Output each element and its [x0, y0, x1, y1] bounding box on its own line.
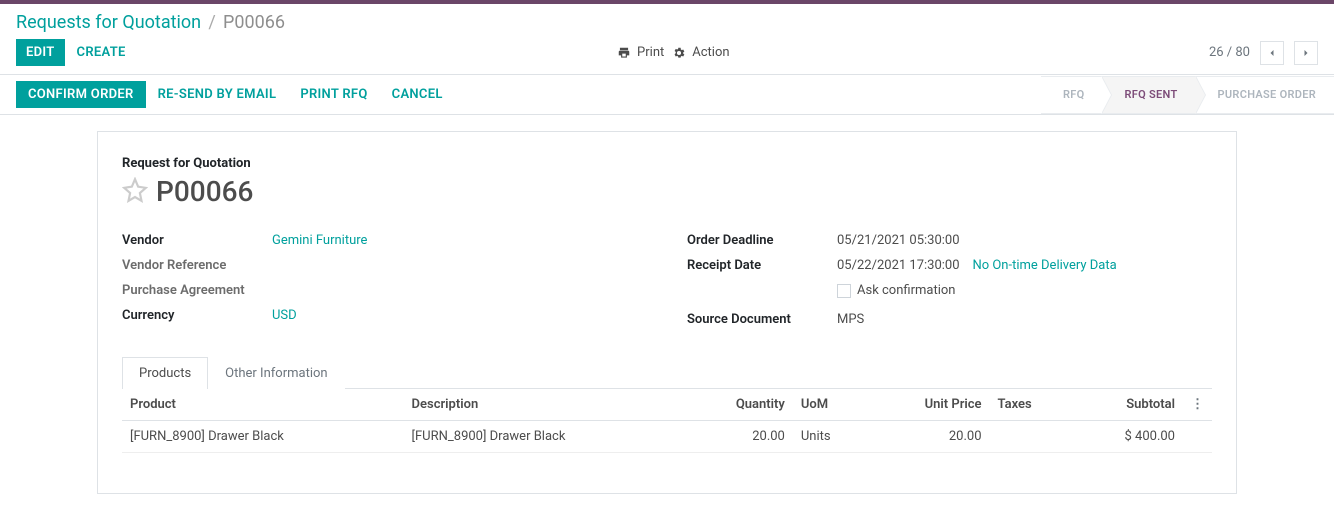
- receipt-date-text: 05/22/2021 17:30:00: [837, 258, 960, 273]
- col-description[interactable]: Description: [404, 389, 686, 421]
- tab-other-info[interactable]: Other Information: [208, 357, 344, 389]
- status-rfq-sent[interactable]: RFQ SENT: [1102, 76, 1195, 114]
- form-sheet: Request for Quotation P00066 Vendor Gemi…: [97, 131, 1237, 494]
- ask-confirmation-checkbox[interactable]: Ask confirmation: [837, 283, 956, 298]
- confirm-order-button[interactable]: CONFIRM ORDER: [16, 81, 146, 108]
- cell-product: [FURN_8900] Drawer Black: [122, 420, 404, 452]
- sheet-title-row: P00066: [122, 175, 1212, 208]
- pager-text: 26 / 80: [1209, 45, 1250, 60]
- create-button[interactable]: CREATE: [65, 39, 138, 66]
- print-menu[interactable]: Print: [617, 45, 664, 60]
- ask-confirm-label: Ask confirmation: [857, 283, 956, 298]
- status-purchase-order[interactable]: PURCHASE ORDER: [1196, 76, 1334, 114]
- fields-right: Order Deadline 05/21/2021 05:30:00 Recei…: [687, 228, 1212, 332]
- pager: 26 / 80: [1209, 41, 1318, 65]
- col-product[interactable]: Product: [122, 389, 404, 421]
- currency-link[interactable]: USD: [272, 308, 297, 323]
- col-taxes[interactable]: Taxes: [990, 389, 1073, 421]
- cell-description: [FURN_8900] Drawer Black: [404, 420, 686, 452]
- action-row: CONFIRM ORDER RE-SEND BY EMAIL PRINT RFQ…: [0, 75, 1334, 115]
- col-subtotal[interactable]: Subtotal: [1073, 389, 1183, 421]
- record-name: P00066: [156, 175, 253, 208]
- chevron-right-icon: [1299, 46, 1313, 60]
- receipt-date-label: Receipt Date: [687, 258, 837, 273]
- vendor-ref-label: Vendor Reference: [122, 258, 272, 273]
- col-quantity[interactable]: Quantity: [685, 389, 793, 421]
- on-time-delivery-link[interactable]: No On-time Delivery Data: [972, 258, 1116, 273]
- cancel-button[interactable]: CANCEL: [380, 81, 455, 108]
- table-row[interactable]: [FURN_8900] Drawer Black [FURN_8900] Dra…: [122, 420, 1212, 452]
- breadcrumb-separator: /: [208, 12, 215, 33]
- ask-confirm-spacer: [687, 283, 837, 302]
- source-document-label: Source Document: [687, 312, 837, 327]
- gear-icon: [672, 46, 686, 60]
- cell-quantity: 20.00: [685, 420, 793, 452]
- fields-left: Vendor Gemini Furniture Vendor Reference…: [122, 228, 647, 332]
- toolbar-center: Print Action: [617, 45, 730, 60]
- cell-subtotal: $ 400.00: [1073, 420, 1183, 452]
- resend-email-button[interactable]: RE-SEND BY EMAIL: [146, 81, 289, 108]
- col-uom[interactable]: UoM: [793, 389, 869, 421]
- edit-button[interactable]: EDIT: [16, 39, 65, 66]
- fields-grid: Vendor Gemini Furniture Vendor Reference…: [122, 228, 1212, 332]
- vendor-label: Vendor: [122, 233, 272, 248]
- breadcrumb-current: P00066: [223, 12, 285, 33]
- purchase-agreement-label: Purchase Agreement: [122, 283, 272, 298]
- pager-prev-button[interactable]: [1260, 41, 1284, 65]
- status-rfq[interactable]: RFQ: [1041, 76, 1103, 114]
- order-lines-table: Product Description Quantity UoM Unit Pr…: [122, 389, 1212, 453]
- action-label: Action: [692, 45, 729, 60]
- cell-unit-price: 20.00: [869, 420, 990, 452]
- cell-taxes: [990, 420, 1073, 452]
- cell-uom: Units: [793, 420, 869, 452]
- checkbox-icon: [837, 284, 851, 298]
- tab-products[interactable]: Products: [122, 357, 208, 389]
- print-rfq-button[interactable]: PRINT RFQ: [288, 81, 379, 108]
- chevron-left-icon: [1265, 46, 1279, 60]
- sheet-subtitle: Request for Quotation: [122, 156, 1212, 171]
- print-label: Print: [637, 45, 664, 60]
- breadcrumb: Requests for Quotation / P00066: [0, 4, 1334, 33]
- order-deadline-value: 05/21/2021 05:30:00: [837, 233, 960, 248]
- vendor-link[interactable]: Gemini Furniture: [272, 233, 367, 248]
- toolbar: EDIT CREATE Print Action 26 / 80: [0, 33, 1334, 75]
- statusbar: RFQ RFQ SENT PURCHASE ORDER: [1041, 76, 1334, 114]
- source-document-value: MPS: [837, 312, 864, 327]
- breadcrumb-root[interactable]: Requests for Quotation: [16, 12, 201, 33]
- order-deadline-label: Order Deadline: [687, 233, 837, 248]
- kebab-icon[interactable]: ⋮: [1191, 397, 1204, 412]
- tabs: Products Other Information: [122, 356, 1212, 389]
- currency-label: Currency: [122, 308, 272, 323]
- priority-star[interactable]: [122, 177, 148, 207]
- print-icon: [617, 46, 631, 60]
- action-buttons: CONFIRM ORDER RE-SEND BY EMAIL PRINT RFQ…: [0, 75, 471, 114]
- col-kebab: ⋮: [1183, 389, 1212, 421]
- action-menu[interactable]: Action: [672, 45, 729, 60]
- receipt-date-value: 05/22/2021 17:30:00 No On-time Delivery …: [837, 258, 1117, 273]
- pager-next-button[interactable]: [1294, 41, 1318, 65]
- col-unit-price[interactable]: Unit Price: [869, 389, 990, 421]
